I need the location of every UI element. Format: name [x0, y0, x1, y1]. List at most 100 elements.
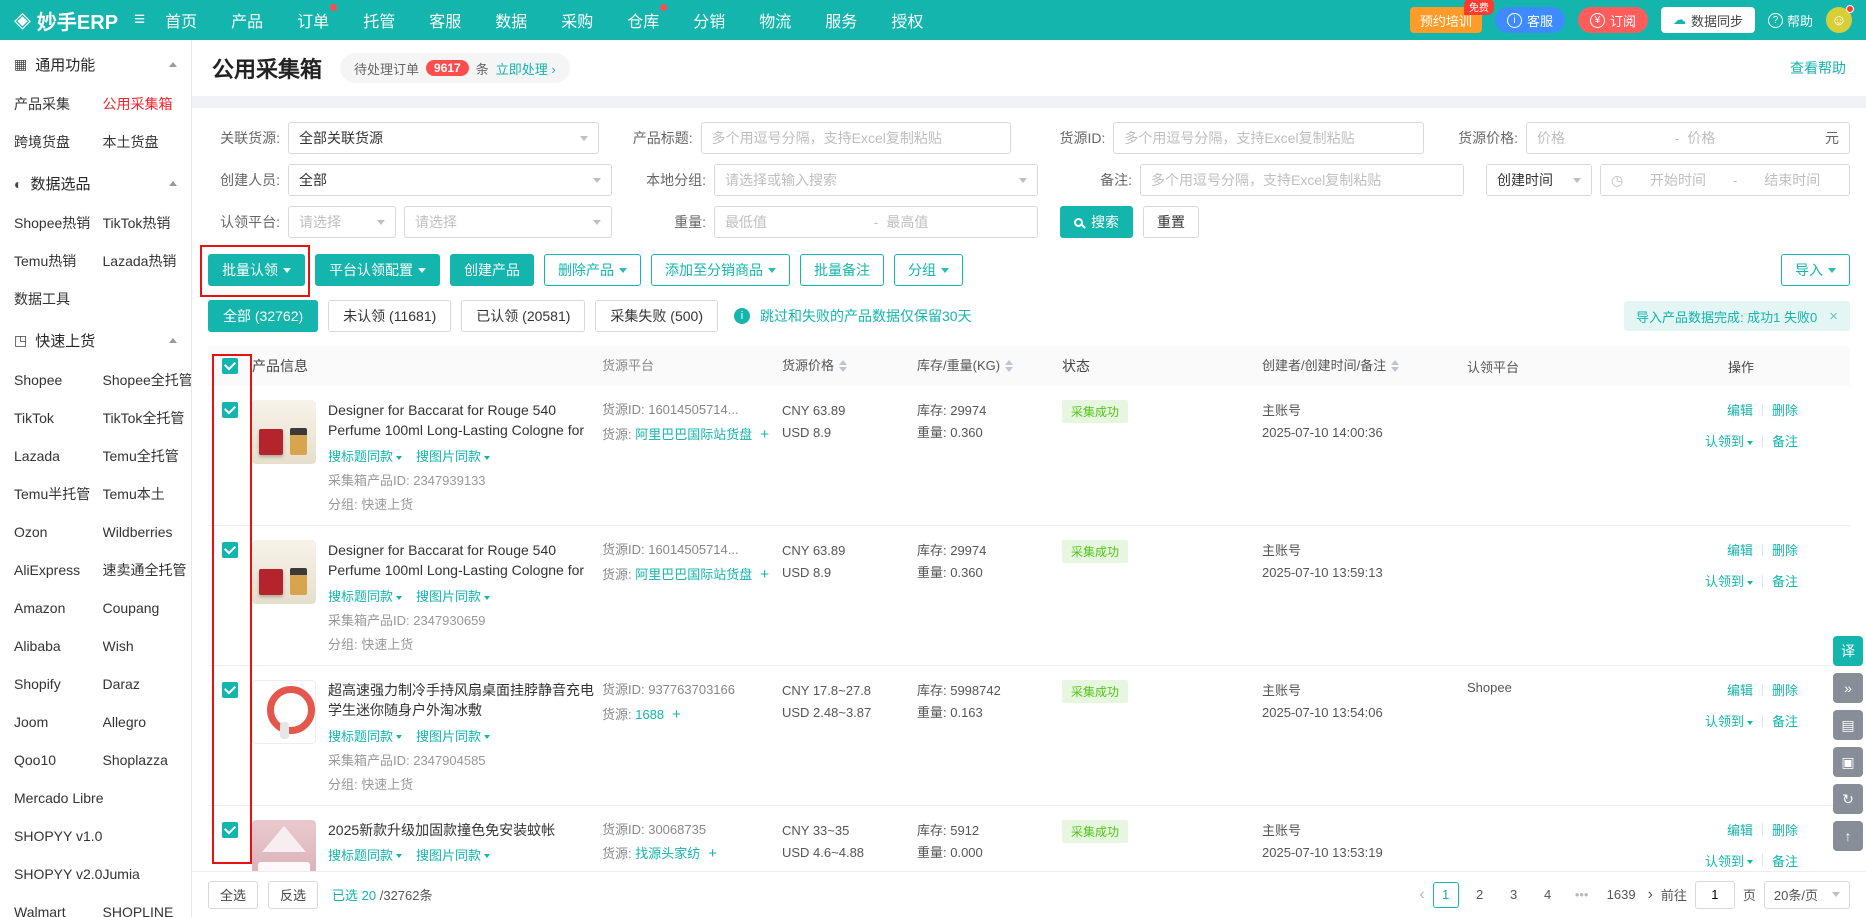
sidebar-item[interactable]: 本土货盘	[103, 123, 192, 161]
customer-service-button[interactable]: i 客服	[1495, 7, 1565, 33]
sidebar-item[interactable]: Lazada	[14, 437, 103, 475]
add-source-icon[interactable]: +	[760, 426, 769, 443]
page-number-button[interactable]: 2	[1467, 882, 1493, 908]
page-ellipsis[interactable]: •••	[1569, 882, 1595, 908]
price-max-input[interactable]	[1687, 130, 1817, 146]
sidebar-item[interactable]: Walmart	[14, 893, 103, 917]
sort-price[interactable]: 货源价格	[782, 355, 917, 377]
source-link[interactable]: 阿里巴巴国际站货盘	[635, 427, 752, 442]
translate-button[interactable]: 译	[1833, 636, 1863, 666]
sidebar-item[interactable]: Coupang	[103, 589, 192, 627]
delete-link[interactable]: 删除	[1772, 400, 1798, 419]
edit-link[interactable]: 编辑	[1727, 540, 1753, 559]
sidebar-item[interactable]: 产品采集	[14, 85, 103, 123]
claim-to-link[interactable]: 认领到	[1705, 851, 1753, 870]
sidebar-section-data-pick[interactable]: ◐ 数据选品	[0, 163, 191, 204]
user-avatar[interactable]: ☺	[1826, 7, 1852, 33]
invert-select-button[interactable]: 反选	[268, 881, 318, 909]
sidebar-item[interactable]: 跨境货盘	[14, 123, 103, 161]
local-group-select[interactable]: 请选择或输入搜索	[714, 164, 1038, 196]
sidebar-item[interactable]: Joom	[14, 703, 103, 741]
nav-item[interactable]: 分销	[693, 8, 725, 32]
search-same-title-link[interactable]: 搜标题同款	[328, 726, 402, 745]
batch-remark-button[interactable]: 批量备注	[800, 254, 884, 286]
sidebar-item[interactable]: 数据工具	[14, 280, 103, 318]
edit-link[interactable]: 编辑	[1727, 820, 1753, 839]
close-icon[interactable]: ×	[1829, 308, 1838, 325]
source-id-input[interactable]	[1124, 130, 1413, 146]
sidebar-item[interactable]: SHOPLINE	[103, 893, 192, 917]
data-sync-button[interactable]: ☁ 数据同步	[1661, 7, 1755, 33]
sidebar-item[interactable]: Mercado Libre	[14, 779, 103, 817]
sidebar-item[interactable]: AliExpress	[14, 551, 103, 589]
nav-item[interactable]: 物流	[759, 8, 791, 32]
status-tab[interactable]: 全部 (32762)	[208, 300, 318, 332]
sidebar-item[interactable]: Qoo10	[14, 741, 103, 779]
sidebar-item[interactable]: Wildberries	[103, 513, 192, 551]
refresh-button[interactable]: ↻	[1833, 784, 1863, 814]
back-to-top-button[interactable]: ↑	[1833, 821, 1863, 851]
page-number-button[interactable]: 4	[1535, 882, 1561, 908]
status-tab[interactable]: 未认领 (11681)	[328, 300, 451, 332]
row-checkbox[interactable]	[222, 682, 238, 698]
source-link[interactable]: 1688	[635, 707, 664, 722]
edit-link[interactable]: 编辑	[1727, 680, 1753, 699]
training-button[interactable]: 预约培训 免费	[1410, 7, 1482, 33]
sidebar-item[interactable]: SHOPYY v2.0	[14, 855, 103, 893]
status-tab[interactable]: 已认领 (20581)	[461, 300, 585, 332]
search-button[interactable]: 搜索	[1060, 206, 1133, 238]
sidebar-item[interactable]: Daraz	[103, 665, 192, 703]
remark-link[interactable]: 备注	[1772, 431, 1798, 450]
nav-item[interactable]: 托管	[363, 8, 395, 32]
platform-claim-config-button[interactable]: 平台认领配置	[315, 254, 440, 286]
page-number-button[interactable]: 1	[1433, 882, 1459, 908]
process-now-link[interactable]: 立即处理 ›	[496, 59, 556, 78]
nav-item[interactable]: 首页	[165, 8, 197, 32]
select-all-button[interactable]: 全选	[208, 881, 258, 909]
sidebar-item[interactable]: Amazon	[14, 589, 103, 627]
sidebar-item[interactable]: Lazada热销	[103, 242, 192, 280]
nav-item[interactable]: 仓库	[627, 8, 659, 32]
search-same-title-link[interactable]: 搜标题同款	[328, 845, 402, 864]
search-same-image-link[interactable]: 搜图片同款	[416, 446, 490, 465]
claim-shop-select[interactable]: 请选择	[404, 206, 612, 238]
batch-claim-button[interactable]: 批量认领	[208, 254, 305, 286]
sort-stock[interactable]: 库存/重量(KG)	[917, 355, 1062, 377]
select-all-checkbox[interactable]	[222, 358, 238, 374]
sidebar-item[interactable]	[103, 779, 192, 817]
sidebar-item[interactable]: Jumia	[103, 855, 192, 893]
create-time-range-picker[interactable]: ◷ 开始时间 - 结束时间	[1600, 164, 1850, 196]
sidebar-item[interactable]: Wish	[103, 627, 192, 665]
create-product-button[interactable]: 创建产品	[450, 254, 534, 286]
add-source-icon[interactable]: +	[760, 566, 769, 583]
sidebar-item[interactable]: Temu全托管	[103, 437, 192, 475]
claim-to-link[interactable]: 认领到	[1705, 431, 1753, 450]
sidebar-item[interactable]: Shopee全托管	[103, 361, 192, 399]
search-same-image-link[interactable]: 搜图片同款	[416, 845, 490, 864]
sidebar-item[interactable]: 速卖通全托管	[103, 551, 192, 589]
nav-item[interactable]: 服务	[825, 8, 857, 32]
prev-page-button[interactable]: ‹	[1419, 886, 1424, 904]
claim-to-link[interactable]: 认领到	[1705, 571, 1753, 590]
add-source-icon[interactable]: +	[708, 845, 717, 862]
nav-item[interactable]: 数据	[495, 8, 527, 32]
sidebar-item[interactable]: SHOPYY v1.0	[14, 817, 103, 855]
sidebar-item[interactable]: Ozon	[14, 513, 103, 551]
last-page-button[interactable]: 1639	[1603, 882, 1640, 908]
import-button[interactable]: 导入	[1781, 254, 1850, 286]
remark-link[interactable]: 备注	[1772, 711, 1798, 730]
sidebar-item[interactable]: Shopee	[14, 361, 103, 399]
sort-creator[interactable]: 创建者/创建时间/备注	[1262, 355, 1467, 377]
sidebar-item[interactable]: Shopee热销	[14, 204, 103, 242]
hamburger-menu-icon[interactable]: ≡	[134, 9, 145, 31]
sidebar-item[interactable]: Temu半托管	[14, 475, 103, 513]
row-checkbox[interactable]	[222, 822, 238, 838]
edit-link[interactable]: 编辑	[1727, 400, 1753, 419]
sidebar-item[interactable]	[103, 817, 192, 855]
search-same-image-link[interactable]: 搜图片同款	[416, 726, 490, 745]
view-help-link[interactable]: 查看帮助	[1790, 58, 1846, 78]
related-source-select[interactable]: 全部关联货源	[288, 122, 599, 154]
product-title-input[interactable]	[712, 130, 1001, 146]
page-number-button[interactable]: 3	[1501, 882, 1527, 908]
next-page-button[interactable]: ›	[1648, 886, 1653, 904]
